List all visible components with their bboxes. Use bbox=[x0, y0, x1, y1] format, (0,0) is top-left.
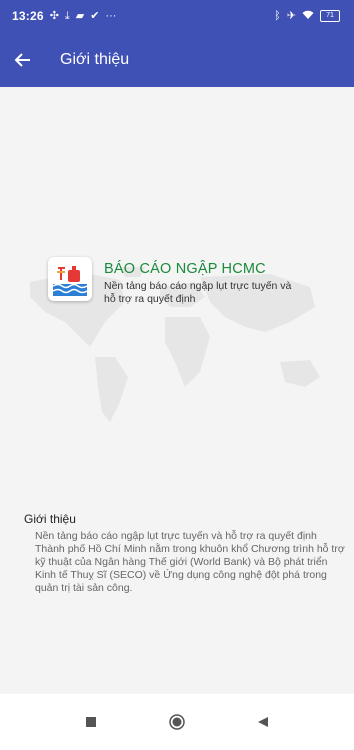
message-icon: ▰ bbox=[75, 9, 85, 22]
bluetooth-icon: ᛒ bbox=[274, 9, 281, 22]
back-icon[interactable] bbox=[255, 714, 271, 730]
status-right: ᛒ ✈ 71 bbox=[274, 10, 340, 23]
app-tagline: Nền tảng báo cáo ngập lụt trực tuyến và … bbox=[104, 280, 292, 305]
status-left: 13:26 ✣ ⤓ ▰ ✔ ··· bbox=[12, 9, 116, 23]
battery-icon: 71 bbox=[320, 10, 340, 22]
app-bar: Giới thiệu bbox=[0, 32, 354, 87]
brand-text: BÁO CÁO NGẬP HCMC Nền tảng báo cáo ngập … bbox=[104, 261, 294, 306]
recents-icon[interactable] bbox=[83, 714, 99, 730]
app-name: BÁO CÁO NGẬP HCMC bbox=[104, 261, 266, 277]
arrow-left-icon bbox=[14, 52, 30, 67]
status-time: 13:26 bbox=[12, 9, 44, 23]
system-nav-bar bbox=[0, 694, 354, 750]
fan-icon: ✣ bbox=[49, 9, 59, 22]
wifi-icon bbox=[302, 10, 314, 23]
home-icon[interactable] bbox=[169, 714, 185, 730]
download-icon: ⤓ bbox=[64, 9, 70, 22]
intro-body: Nền tảng báo cáo ngập lụt trực tuyến và … bbox=[35, 530, 345, 594]
brand-header: BÁO CÁO NGẬP HCMC Nền tảng báo cáo ngập … bbox=[48, 257, 294, 306]
back-button[interactable] bbox=[14, 43, 48, 77]
airplane-icon: ✈ bbox=[286, 9, 296, 22]
status-bar: 13:26 ✣ ⤓ ▰ ✔ ··· ᛒ ✈ 71 bbox=[0, 0, 354, 32]
more-dots: ··· bbox=[105, 9, 117, 22]
content-area: BÁO CÁO NGẬP HCMC Nền tảng báo cáo ngập … bbox=[0, 87, 354, 694]
intro-heading: Giới thiệu bbox=[24, 512, 76, 526]
page-title: Giới thiệu bbox=[60, 50, 130, 68]
app-logo bbox=[48, 257, 92, 301]
check-circle-icon: ✔ bbox=[90, 9, 100, 22]
